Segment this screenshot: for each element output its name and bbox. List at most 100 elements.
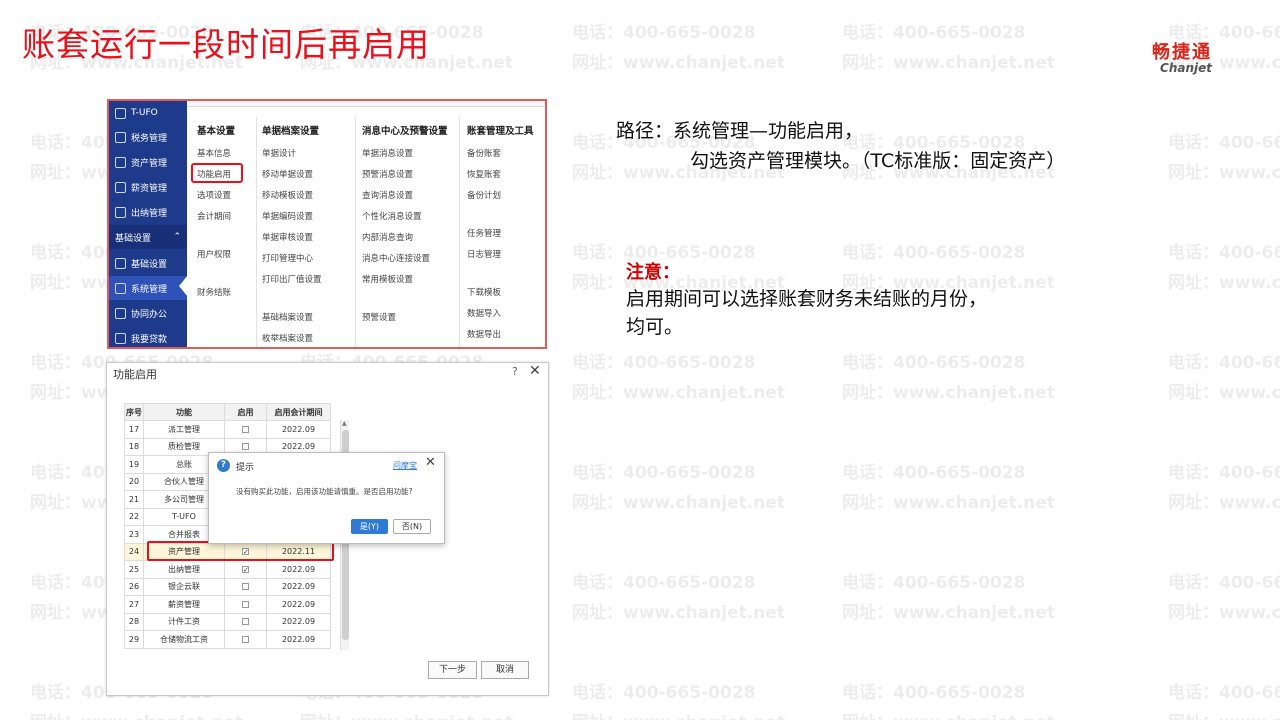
menu-item[interactable]: 下载模板 bbox=[467, 286, 501, 298]
menu-item[interactable]: 任务管理 bbox=[467, 227, 501, 239]
table-row[interactable]: 17 派工管理 2022.09 bbox=[124, 420, 331, 439]
checkbox[interactable] bbox=[242, 583, 249, 591]
cell-period[interactable]: 2022.09 bbox=[266, 577, 331, 596]
watermark-url: 网址：www.chanjet.net bbox=[572, 383, 785, 403]
sidebar: T-UFO 税务管理资产管理薪资管理 出纳管理 基础设置 ⌃ 基础设置 系统管理 协同办公 我要… bbox=[109, 101, 188, 347]
menu-item[interactable]: 会计期间 bbox=[197, 210, 231, 222]
cell-no: 19 bbox=[124, 455, 144, 474]
sidebar-item-4[interactable]: 出纳管理 bbox=[109, 200, 187, 224]
sidebar-item-6[interactable]: 基础设置 bbox=[109, 251, 187, 275]
table-row[interactable]: 27 薪资管理 2022.09 bbox=[124, 595, 331, 614]
cell-no: 29 bbox=[124, 630, 144, 649]
sidebar-item-label: T-UFO bbox=[131, 108, 158, 118]
menu-item[interactable]: 选项设置 bbox=[197, 189, 231, 201]
checkbox[interactable] bbox=[242, 635, 249, 643]
scroll-up-icon[interactable]: ▲ bbox=[342, 420, 347, 427]
cell-no: 26 bbox=[124, 577, 144, 596]
watermark-phone: 电话：400-665-0028 bbox=[572, 573, 756, 593]
menu-item[interactable]: 单据设计 bbox=[262, 147, 296, 159]
cell-function: 薪资管理 bbox=[143, 595, 225, 614]
menu-item[interactable]: 备份账套 bbox=[467, 147, 501, 159]
watermark-phone: 电话：400-665-0028 bbox=[842, 573, 1026, 593]
menu-item[interactable]: 财务结账 bbox=[197, 286, 231, 298]
menu-item[interactable]: 预警消息设置 bbox=[362, 168, 413, 180]
menu-item[interactable]: 打印管理中心 bbox=[262, 252, 313, 264]
checkbox[interactable] bbox=[242, 618, 249, 626]
popup-help-link[interactable]: 问摩宝 bbox=[393, 460, 417, 471]
cell-period[interactable]: 2022.09 bbox=[266, 612, 331, 631]
cell-function: 出纳管理 bbox=[143, 560, 225, 579]
table-row[interactable]: 25 出纳管理 ✓ 2022.09 bbox=[124, 560, 331, 579]
menu-item[interactable]: 基础档案设置 bbox=[262, 311, 313, 323]
cell-no: 22 bbox=[124, 507, 144, 526]
collab-icon bbox=[115, 307, 126, 319]
highlight-asset-row bbox=[147, 541, 334, 561]
note-line-2: 均可。 bbox=[626, 316, 684, 338]
watermark-url: 网址：www.chanjet.net bbox=[842, 493, 1055, 513]
menu-item[interactable]: 查询消息设置 bbox=[362, 189, 413, 201]
cell-enable bbox=[224, 420, 267, 439]
cell-period[interactable]: 2022.09 bbox=[266, 595, 331, 614]
watermark-phone: 电话：400-665-0028 bbox=[842, 683, 1026, 703]
menu-item[interactable]: 内部消息查询 bbox=[362, 231, 413, 243]
cell-no: 18 bbox=[124, 437, 144, 456]
menu-item[interactable]: 基本信息 bbox=[197, 147, 231, 159]
col-header-enable: 启用 bbox=[224, 403, 267, 421]
menu-item[interactable]: 数据导入 bbox=[467, 307, 501, 319]
active-pointer bbox=[179, 275, 188, 297]
menu-item[interactable]: 恢复账套 bbox=[467, 168, 501, 180]
table-row[interactable]: 29 仓储物流工资 2022.09 bbox=[124, 630, 331, 649]
cell-period[interactable]: 2022.09 bbox=[266, 420, 331, 439]
menu-item[interactable]: 单据编码设置 bbox=[262, 210, 313, 222]
checkbox-checked[interactable]: ✓ bbox=[242, 565, 249, 573]
menu-item[interactable]: 常用模板设置 bbox=[362, 273, 413, 285]
sidebar-item-9[interactable]: 我要贷款 bbox=[109, 326, 187, 347]
path-line-2: 勾选资产管理模块。（TC标准版：固定资产） bbox=[690, 150, 1066, 172]
watermark-url: 网址：www.chanjet.net bbox=[842, 383, 1055, 403]
next-button[interactable]: 下一步 bbox=[428, 661, 477, 679]
cell-period[interactable]: 2022.09 bbox=[266, 630, 331, 649]
sidebar-item-8[interactable]: 协同办公 bbox=[109, 301, 187, 325]
close-icon[interactable]: ✕ bbox=[529, 363, 541, 379]
no-button[interactable]: 否(N) bbox=[393, 519, 431, 534]
sidebar-item-2[interactable]: 资产管理 bbox=[109, 150, 187, 174]
menu-item[interactable]: 枚举档案设置 bbox=[262, 332, 313, 344]
sidebar-item-label: 资产管理 bbox=[131, 158, 168, 169]
cell-period[interactable]: 2022.09 bbox=[266, 560, 331, 579]
checkbox[interactable] bbox=[242, 443, 249, 451]
menu-item[interactable]: 单据审核设置 bbox=[262, 231, 313, 243]
table-row[interactable]: 28 计件工资 2022.09 bbox=[124, 612, 331, 631]
yes-button[interactable]: 是(Y) bbox=[351, 519, 388, 534]
checkbox[interactable] bbox=[242, 600, 249, 608]
loan-icon bbox=[115, 332, 126, 344]
cancel-button[interactable]: 取消 bbox=[481, 661, 529, 679]
watermark-phone: 电话：400-665-0028 bbox=[1168, 243, 1280, 263]
menu-item[interactable]: 消息中心连接设置 bbox=[362, 252, 430, 264]
tax-icon bbox=[115, 131, 126, 143]
menu-item[interactable]: 移动单据设置 bbox=[262, 168, 313, 180]
watermark-phone: 电话：400-665-0028 bbox=[1168, 463, 1280, 483]
popup-close-icon[interactable]: ✕ bbox=[425, 455, 436, 470]
menu-item[interactable]: 备份计划 bbox=[467, 189, 501, 201]
checkbox[interactable] bbox=[242, 425, 249, 433]
watermark-url: 网址：www.chanjet.net bbox=[842, 708, 1055, 720]
menu-item[interactable]: 移动模板设置 bbox=[262, 189, 313, 201]
sidebar-item-5[interactable]: 基础设置 ⌃ bbox=[109, 225, 187, 249]
watermark-phone: 电话：400-665-0028 bbox=[1168, 353, 1280, 373]
slide-title: 账套运行一段时间后再启用 bbox=[22, 25, 430, 64]
help-icon[interactable]: ? bbox=[512, 365, 518, 378]
sidebar-item-7[interactable]: 系统管理 bbox=[109, 276, 187, 300]
sidebar-item-3[interactable]: 薪资管理 bbox=[109, 175, 187, 199]
confirm-popup: ? 提示 问摩宝 ✕ 没有购买此功能，启用该功能请慎重。是否启用功能? 是(Y)… bbox=[208, 452, 445, 544]
menu-item[interactable]: 单据消息设置 bbox=[362, 147, 413, 159]
sidebar-item-1[interactable]: 税务管理 bbox=[109, 125, 187, 149]
sidebar-item-0[interactable]: T-UFO bbox=[109, 101, 187, 125]
menu-item[interactable]: 日志管理 bbox=[467, 248, 501, 260]
menu-item[interactable]: 预警设置 bbox=[362, 311, 396, 323]
cashier-icon bbox=[115, 206, 126, 218]
menu-item[interactable]: 用户权限 bbox=[197, 248, 231, 260]
menu-item[interactable]: 数据导出 bbox=[467, 328, 501, 340]
menu-item[interactable]: 个性化消息设置 bbox=[362, 210, 422, 222]
table-row[interactable]: 26 银企云联 2022.09 bbox=[124, 577, 331, 596]
menu-item[interactable]: 打印出厂值设置 bbox=[262, 273, 322, 285]
